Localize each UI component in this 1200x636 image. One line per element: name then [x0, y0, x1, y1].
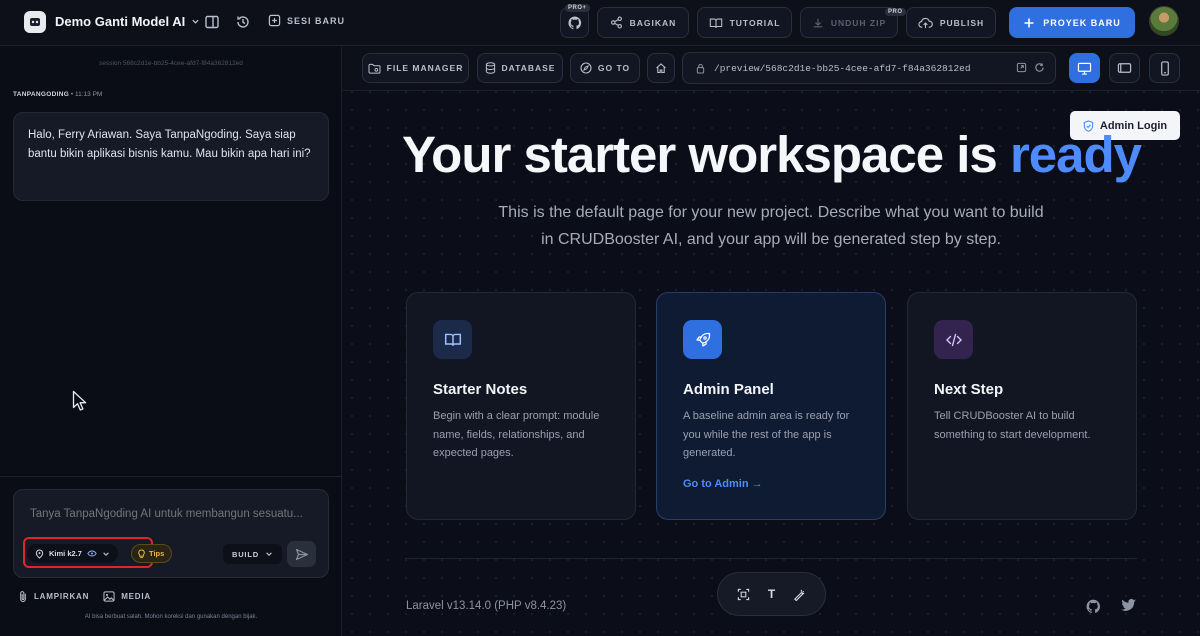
desktop-icon: [1077, 62, 1092, 75]
home-icon: [656, 63, 666, 74]
pro-plus-badge: PRO+: [565, 4, 590, 12]
card-starter-notes: Starter Notes Begin with a clear prompt:…: [406, 292, 636, 520]
attach-button[interactable]: LAMPIRKAN: [18, 590, 89, 603]
send-button[interactable]: [287, 541, 316, 567]
model-selector[interactable]: Kimi k2.7: [27, 544, 118, 563]
go-to-admin-link[interactable]: Go to Admin →: [683, 478, 763, 490]
media-button[interactable]: MEDIA: [103, 590, 151, 603]
hero-accent: ready: [1009, 126, 1142, 183]
pro-badge: PRO: [885, 8, 906, 16]
card-desc: A baseline admin area is ready for you w…: [683, 410, 850, 459]
card-title: Starter Notes: [433, 381, 528, 398]
project-name: Demo Ganti Model AI: [55, 14, 186, 29]
paperclip-icon: [20, 591, 26, 603]
hero-title: Your starter workspace is ready: [401, 126, 1142, 183]
mode-selector[interactable]: BUILD: [223, 544, 282, 564]
code-icon: [934, 320, 973, 359]
phone-icon: [1160, 60, 1169, 76]
image-icon: [103, 591, 115, 602]
select-frame-icon[interactable]: [737, 588, 750, 601]
divider: [0, 476, 342, 477]
model-label: Kimi k2.7: [49, 549, 82, 558]
assistant-message: Halo, Ferry Ariawan. Saya TanpaNgoding. …: [13, 112, 329, 201]
share-icon: [610, 16, 622, 29]
chat-input[interactable]: [30, 508, 310, 520]
chat-composer: Kimi k2.7 Tips BUILD: [13, 489, 329, 578]
chevron-down-icon: [192, 19, 199, 24]
phone-view-button[interactable]: [1149, 53, 1180, 83]
database-button[interactable]: DATABASE: [477, 53, 563, 83]
url-text: /preview/568c2d1e-bb25-4cee-afd7-f84a362…: [714, 62, 971, 74]
github-icon[interactable]: [1085, 598, 1102, 615]
logo-icon[interactable]: [24, 11, 46, 33]
download-zip-button[interactable]: UNDUH ZIP: [800, 7, 898, 38]
tips-button[interactable]: Tips: [131, 544, 173, 563]
cursor-icon: [72, 390, 87, 411]
message-meta: TANPANGODING • 11:13 PM: [13, 91, 102, 98]
avatar[interactable]: [1149, 6, 1179, 36]
attach-row: LAMPIRKAN MEDIA: [18, 590, 151, 603]
refresh-icon[interactable]: [1034, 62, 1045, 73]
book-icon: [709, 18, 722, 28]
desktop-view-button[interactable]: [1069, 53, 1100, 83]
twitter-icon[interactable]: [1120, 598, 1137, 615]
external-link-icon[interactable]: [1016, 62, 1027, 73]
home-button[interactable]: [647, 53, 675, 83]
footer-divider: [405, 558, 1137, 559]
file-manager-button[interactable]: FILE MANAGER: [362, 53, 469, 83]
session-id: session 568c2d1e-bb25-4cee-afd7-f84a3628…: [99, 60, 243, 67]
send-icon: [295, 548, 308, 560]
tutorial-button[interactable]: TUTORIAL: [697, 7, 792, 38]
database-icon: [485, 62, 495, 74]
plus-square-icon: [268, 14, 281, 27]
text-tool-button[interactable]: T: [768, 587, 775, 601]
history-icon[interactable]: [235, 14, 251, 30]
card-next-step: Next Step Tell CRUDBooster AI to build s…: [907, 292, 1137, 520]
preview-panel: FILE MANAGER DATABASE GO TO /preview/568…: [343, 47, 1200, 636]
new-project-button[interactable]: PROYEK BARU: [1009, 7, 1135, 38]
chevron-down-icon: [103, 551, 109, 556]
top-bar: Demo Ganti Model AI SESI BARU PRO+ BAGIK…: [0, 0, 1200, 46]
compass-icon: [580, 62, 592, 74]
card-admin-panel: Admin Panel A baseline admin area is rea…: [656, 292, 886, 520]
hero-subtitle: This is the default page for your new pr…: [498, 204, 1044, 248]
folder-icon: [368, 63, 381, 74]
model-icon: [35, 548, 44, 559]
github-icon: [567, 15, 581, 29]
cloud-upload-icon: [918, 17, 933, 28]
magic-edit-icon[interactable]: [793, 588, 806, 601]
tablet-view-button[interactable]: [1109, 53, 1140, 83]
chat-panel: session 568c2d1e-bb25-4cee-afd7-f84a3628…: [0, 47, 342, 636]
download-icon: [813, 18, 823, 27]
card-title: Admin Panel: [683, 381, 774, 398]
floating-edit-toolbar: T: [717, 572, 826, 616]
project-switcher[interactable]: Demo Ganti Model AI: [55, 14, 200, 29]
publish-button[interactable]: PUBLISH: [906, 7, 996, 38]
sidebar-toggle-icon[interactable]: [204, 14, 220, 30]
card-desc: Tell CRUDBooster AI to build something t…: [934, 410, 1091, 441]
card-title: Next Step: [934, 381, 1004, 398]
share-button[interactable]: BAGIKAN: [597, 7, 689, 38]
disclaimer: AI bisa berbuat salah. Mohon koreksi dan…: [84, 614, 258, 620]
rocket-icon: [683, 320, 722, 359]
preview-toolbar: FILE MANAGER DATABASE GO TO /preview/568…: [343, 47, 1200, 91]
plus-icon: [1024, 18, 1034, 27]
footer-version: Laravel v13.14.0 (PHP v8.4.23): [406, 600, 567, 612]
message-time: • 11:13 PM: [70, 91, 103, 98]
lightbulb-icon: [138, 548, 145, 558]
new-session-button[interactable]: SESI BARU: [268, 14, 345, 27]
tablet-icon: [1117, 63, 1132, 73]
book-icon: [433, 320, 472, 359]
card-desc: Begin with a clear prompt: module name, …: [433, 410, 600, 459]
eye-icon: [87, 550, 97, 557]
goto-button[interactable]: GO TO: [570, 53, 640, 83]
lock-icon: [696, 63, 705, 73]
message-author: TANPANGODING: [13, 91, 70, 98]
url-bar[interactable]: /preview/568c2d1e-bb25-4cee-afd7-f84a362…: [682, 52, 1056, 84]
chevron-down-icon: [266, 552, 272, 556]
